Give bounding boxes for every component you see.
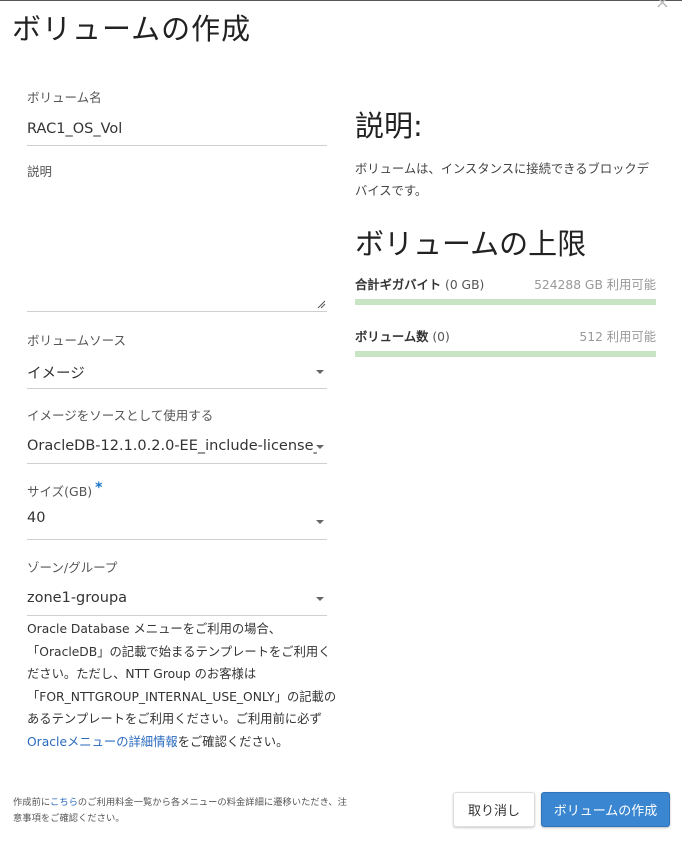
volume-source-label: ボリュームソース [27,333,127,348]
cancel-button[interactable]: 取り消し [453,792,535,827]
zone-value: zone1-groupa [27,590,128,606]
oracle-notice: Oracle Database メニューをご利用の場合、 「OracleDB」の… [27,618,337,754]
quota-label: ボリューム数 (0) [355,330,450,344]
size-select[interactable]: サイズ(GB) * 40 [27,480,327,540]
quota-progress-bar [355,299,656,305]
quota-volumes: ボリューム数 (0) 512 利用可能 [355,327,656,357]
chevron-down-icon [316,520,324,524]
chevron-down-icon [316,445,324,449]
image-source-value: OracleDB-12.1.0.2.0-EE_include-license_O… [27,438,317,454]
quota-available: 524288 GB 利用可能 [534,278,656,292]
notice-line: ださい。ただし、NTT Group のお客様は [27,667,257,681]
volume-name-field[interactable]: ボリューム名 RAC1_OS_Vol [27,86,327,146]
notice-line: 「OracleDB」の記載で始まるテンプレートをご利用く [27,644,331,659]
close-icon[interactable]: × [655,0,670,12]
volume-name-input[interactable]: RAC1_OS_Vol [27,121,327,137]
description-text: ボリュームは、インスタンスに接続できるブロックデバイスです。 [355,162,650,198]
required-marker: * [95,480,103,496]
notice-line: あるテンプレートをご利用ください。ご利用前に必ず [27,712,322,726]
quota-progress-bar [355,351,656,357]
size-label: サイズ(GB) * [27,480,103,499]
volume-source-value: イメージ [27,366,85,382]
image-source-select[interactable]: イメージをソースとして使用する OracleDB-12.1.0.2.0-EE_i… [27,404,327,464]
info-panel: 説明: ボリュームは、インスタンスに接続できるブロックデバイスです。 ボリューム… [355,103,656,357]
notice-line: Oracleメニューの詳細情報をご確認ください。 [27,731,329,754]
chevron-down-icon [316,370,324,374]
volume-form: ボリューム名 RAC1_OS_Vol 説明 ボリュームソース イメージ イメージ… [27,86,327,616]
description-label: 説明 [27,164,53,179]
quota-gigabytes: 合計ギガバイト (0 GB) 524288 GB 利用可能 [355,275,656,305]
notice-line: 「FOR_NTTGROUP_INTERNAL_USE_ONLY」の記載の [27,689,337,704]
notice-suffix: をご確認ください。 [177,734,289,749]
resize-handle-icon[interactable] [316,299,326,309]
limits-heading: ボリュームの上限 [355,227,587,261]
image-source-label: イメージをソースとして使用する [27,408,214,423]
notice-line: Oracle Database メニューをご利用の場合、 [27,622,282,636]
quota-available: 512 利用可能 [579,330,656,344]
oracle-details-link[interactable]: Oracleメニューの詳細情報 [27,735,178,749]
quota-label: 合計ギガバイト (0 GB) [355,278,485,292]
description-field[interactable]: 説明 [27,161,327,312]
zone-select[interactable]: ゾーン/グループ zone1-groupa [27,556,327,616]
footer-note: 作成前にこちらのご利用料金一覧から各メニューの料金詳細に遷移いただき、注意事項を… [13,797,347,824]
create-volume-button[interactable]: ボリュームの作成 [541,792,670,827]
dialog-title: ボリュームの作成 [12,12,252,46]
size-value: 40 [27,510,46,526]
chevron-down-icon [316,597,324,601]
volume-source-select[interactable]: ボリュームソース イメージ [27,329,327,389]
dialog-top-border [0,0,682,1]
volume-name-label: ボリューム名 [27,90,102,105]
pricing-link[interactable]: こちら [50,797,78,808]
description-heading: 説明: [355,109,423,143]
description-textarea[interactable] [27,180,327,300]
zone-label: ゾーン/グループ [27,560,118,575]
